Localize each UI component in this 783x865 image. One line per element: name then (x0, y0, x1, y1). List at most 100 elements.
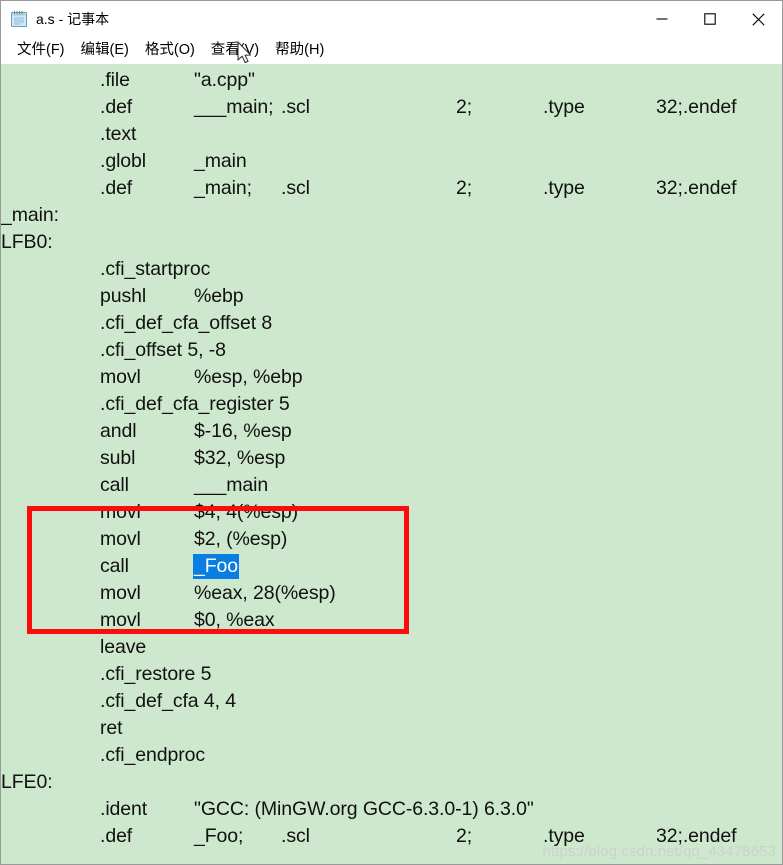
code-line: subl $32, %esp (1, 445, 782, 472)
code-line: movl %eax, 28(%esp) (1, 580, 782, 607)
menu-item-file[interactable]: 文件(F) (9, 37, 73, 64)
code-operand: .type (543, 96, 585, 118)
code-operand: .scl (281, 96, 310, 118)
code-operand: %esp, %ebp (194, 366, 303, 388)
code-mnemonic: .cfi_offset 5, -8 (100, 339, 226, 361)
code-mnemonic: .def (100, 96, 133, 118)
code-line: .def ___main; .scl 2; .type 32;.endef (1, 94, 782, 121)
code-line: .cfi_def_cfa_offset 8 (1, 310, 782, 337)
code-mnemonic: movl (100, 501, 141, 523)
watermark: https://blog.csdn.net/qq_43478653 (542, 843, 776, 860)
code-operand: $0, %eax (194, 609, 275, 631)
code-operand: .scl (281, 825, 310, 847)
code-mnemonic: .cfi_def_cfa_offset 8 (100, 312, 273, 334)
code-operand: %eax, 28(%esp) (194, 582, 336, 604)
code-operand: "GCC: (MinGW.org GCC-6.3.0-1) 6.3.0" (194, 798, 534, 820)
maximize-button[interactable] (686, 1, 734, 37)
code-line: .cfi_endproc (1, 742, 782, 769)
code-label: LFB0: (1, 231, 53, 253)
title-bar[interactable]: a.s - 记事本 (1, 1, 782, 37)
code-operand: _Foo (193, 554, 240, 579)
code-mnemonic: .cfi_startproc (100, 258, 211, 280)
code-line: call _Foo (1, 553, 782, 580)
code-mnemonic: .def (100, 177, 133, 199)
code-line: .cfi_def_cfa_register 5 (1, 391, 782, 418)
code-mnemonic: andl (100, 420, 137, 442)
menu-item-help[interactable]: 帮助(H) (267, 37, 332, 64)
code-mnemonic: call (100, 474, 129, 496)
code-operand: "a.cpp" (194, 69, 255, 91)
code-mnemonic: movl (100, 528, 141, 550)
code-operand: 32; (656, 177, 683, 199)
code-mnemonic: .ident (100, 798, 148, 820)
code-operand: _main; (194, 177, 252, 199)
code-mnemonic: .cfi_def_cfa_register 5 (100, 393, 290, 415)
code-operand: $4, 4(%esp) (194, 501, 299, 523)
code-operand: $32, %esp (194, 447, 286, 469)
code-mnemonic: .file (100, 69, 130, 91)
code-line: ret (1, 715, 782, 742)
code-operand: 2; (456, 825, 473, 847)
code-mnemonic: ret (100, 717, 123, 739)
code-mnemonic: .text (100, 123, 137, 145)
notepad-icon (10, 10, 28, 28)
code-operand: %ebp (194, 285, 244, 307)
close-button[interactable] (734, 1, 782, 37)
code-line: .cfi_def_cfa 4, 4 (1, 688, 782, 715)
menu-item-edit[interactable]: 编辑(E) (73, 37, 137, 64)
code-operand: 2; (456, 96, 473, 118)
code-line: .cfi_offset 5, -8 (1, 337, 782, 364)
code-mnemonic: call (100, 555, 129, 577)
text-selection[interactable]: _Foo (193, 554, 240, 579)
assembly-listing[interactable]: .file "a.cpp" .def ___main; .scl 2; .type 32;.e… (1, 64, 782, 850)
code-line: .file "a.cpp" (1, 67, 782, 94)
code-operand: _main (194, 150, 247, 172)
code-label: _main: (1, 204, 59, 226)
code-mnemonic: .cfi_def_cfa 4, 4 (100, 690, 236, 712)
code-mnemonic: movl (100, 366, 141, 388)
code-line: movl $4, 4(%esp) (1, 499, 782, 526)
code-line: pushl %ebp (1, 283, 782, 310)
code-line: .def _main; .scl 2; .type 32;.endef (1, 175, 782, 202)
code-line: .ident "GCC: (MinGW.org GCC-6.3.0-1) 6.3.… (1, 796, 782, 823)
code-mnemonic: leave (100, 636, 147, 658)
code-operand: .endef (682, 96, 737, 118)
code-mnemonic: subl (100, 447, 136, 469)
window-controls (638, 1, 782, 37)
code-mnemonic: movl (100, 582, 141, 604)
code-label: LFE0: (1, 771, 53, 793)
editor-text-area[interactable]: .file "a.cpp" .def ___main; .scl 2; .type 32;.e… (1, 64, 782, 864)
code-line: LFE0: (1, 769, 782, 796)
menu-item-view[interactable]: 查看(V) (203, 37, 267, 64)
menu-bar: 文件(F) 编辑(E) 格式(O) 查看(V) 帮助(H) (1, 37, 782, 64)
code-line: _main: (1, 202, 782, 229)
code-mnemonic: movl (100, 609, 141, 631)
code-mnemonic: pushl (100, 285, 147, 307)
notepad-window: a.s - 记事本 文件(F) 编辑(E) 格式(O) 查看(V) 帮助(H) … (0, 0, 783, 865)
code-mnemonic: .cfi_endproc (100, 744, 206, 766)
code-mnemonic: .globl (100, 150, 147, 172)
menu-item-format[interactable]: 格式(O) (137, 37, 203, 64)
code-mnemonic: .def (100, 825, 133, 847)
code-operand: .type (543, 177, 585, 199)
code-line: .cfi_startproc (1, 256, 782, 283)
code-line: call ___main (1, 472, 782, 499)
code-operand: $-16, %esp (194, 420, 292, 442)
code-line: .cfi_restore 5 (1, 661, 782, 688)
code-operand: .scl (281, 177, 310, 199)
code-line: movl $2, (%esp) (1, 526, 782, 553)
code-line: .text (1, 121, 782, 148)
minimize-button[interactable] (638, 1, 686, 37)
code-operand: $2, (%esp) (194, 528, 288, 550)
code-line: leave (1, 634, 782, 661)
code-operand: ___main; (194, 96, 274, 118)
code-operand: ___main (194, 474, 269, 496)
code-line: andl $-16, %esp (1, 418, 782, 445)
window-title: a.s - 记事本 (36, 11, 110, 27)
code-mnemonic: .cfi_restore 5 (100, 663, 212, 685)
code-line: .globl _main (1, 148, 782, 175)
code-operand: 2; (456, 177, 473, 199)
code-operand: .endef (682, 177, 737, 199)
code-line: movl %esp, %ebp (1, 364, 782, 391)
code-operand: 32; (656, 96, 683, 118)
